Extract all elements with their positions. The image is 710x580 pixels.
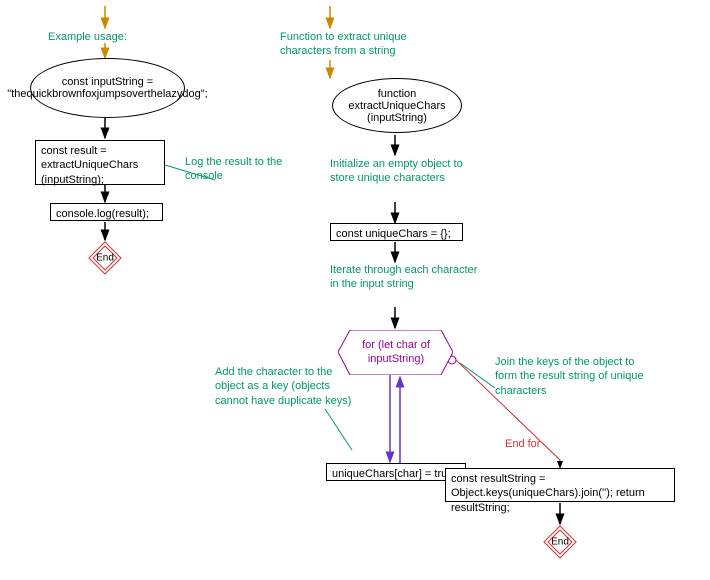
comment-example-usage: Example usage: [48, 30, 158, 44]
end-left-label: End [96, 253, 114, 264]
hexagon-for-loop-text: for (let char of inputString) [356, 338, 436, 367]
comment-join-keys: Join the keys of the object to form the … [495, 355, 650, 398]
rect-call-extract-text: const result = extractUniqueChars (input… [41, 145, 138, 186]
end-right: End [542, 524, 578, 560]
hexagon-for-loop: for (let char of inputString) [338, 330, 453, 375]
rect-call-extract: const result = extractUniqueChars (input… [35, 140, 165, 185]
ellipse-input-string: const inputString = "thequickbrownfoxjum… [30, 58, 185, 118]
rect-unique-chars-init-text: const uniqueChars = {}; [336, 228, 451, 240]
comment-function-desc: Function to extract unique characters fr… [280, 30, 430, 59]
comment-init-object: Initialize an empty object to store uniq… [330, 157, 490, 186]
end-right-label: End [551, 537, 569, 548]
rect-assign-char-text: uniqueChars[char] = true; [332, 468, 456, 480]
comment-iterate: Iterate through each character in the in… [330, 263, 480, 292]
rect-return-result-text: const resultString = Object.keys(uniqueC… [451, 473, 645, 514]
comment-add-key: Add the character to the object as a key… [215, 365, 355, 408]
rect-unique-chars-init: const uniqueChars = {}; [330, 223, 463, 241]
label-end-for: End for [505, 438, 540, 450]
ellipse-function-def: function extractUniqueChars (inputString… [332, 78, 462, 133]
end-left: End [87, 240, 123, 276]
ellipse-input-string-text: const inputString = "thequickbrownfoxjum… [7, 76, 207, 100]
rect-console-log: console.log(result); [50, 203, 163, 221]
rect-return-result: const resultString = Object.keys(uniqueC… [445, 468, 675, 502]
ellipse-function-def-text: function extractUniqueChars (inputString… [337, 88, 457, 124]
comment-log-result: Log the result to the console [185, 155, 285, 184]
rect-console-log-text: console.log(result); [56, 208, 149, 220]
